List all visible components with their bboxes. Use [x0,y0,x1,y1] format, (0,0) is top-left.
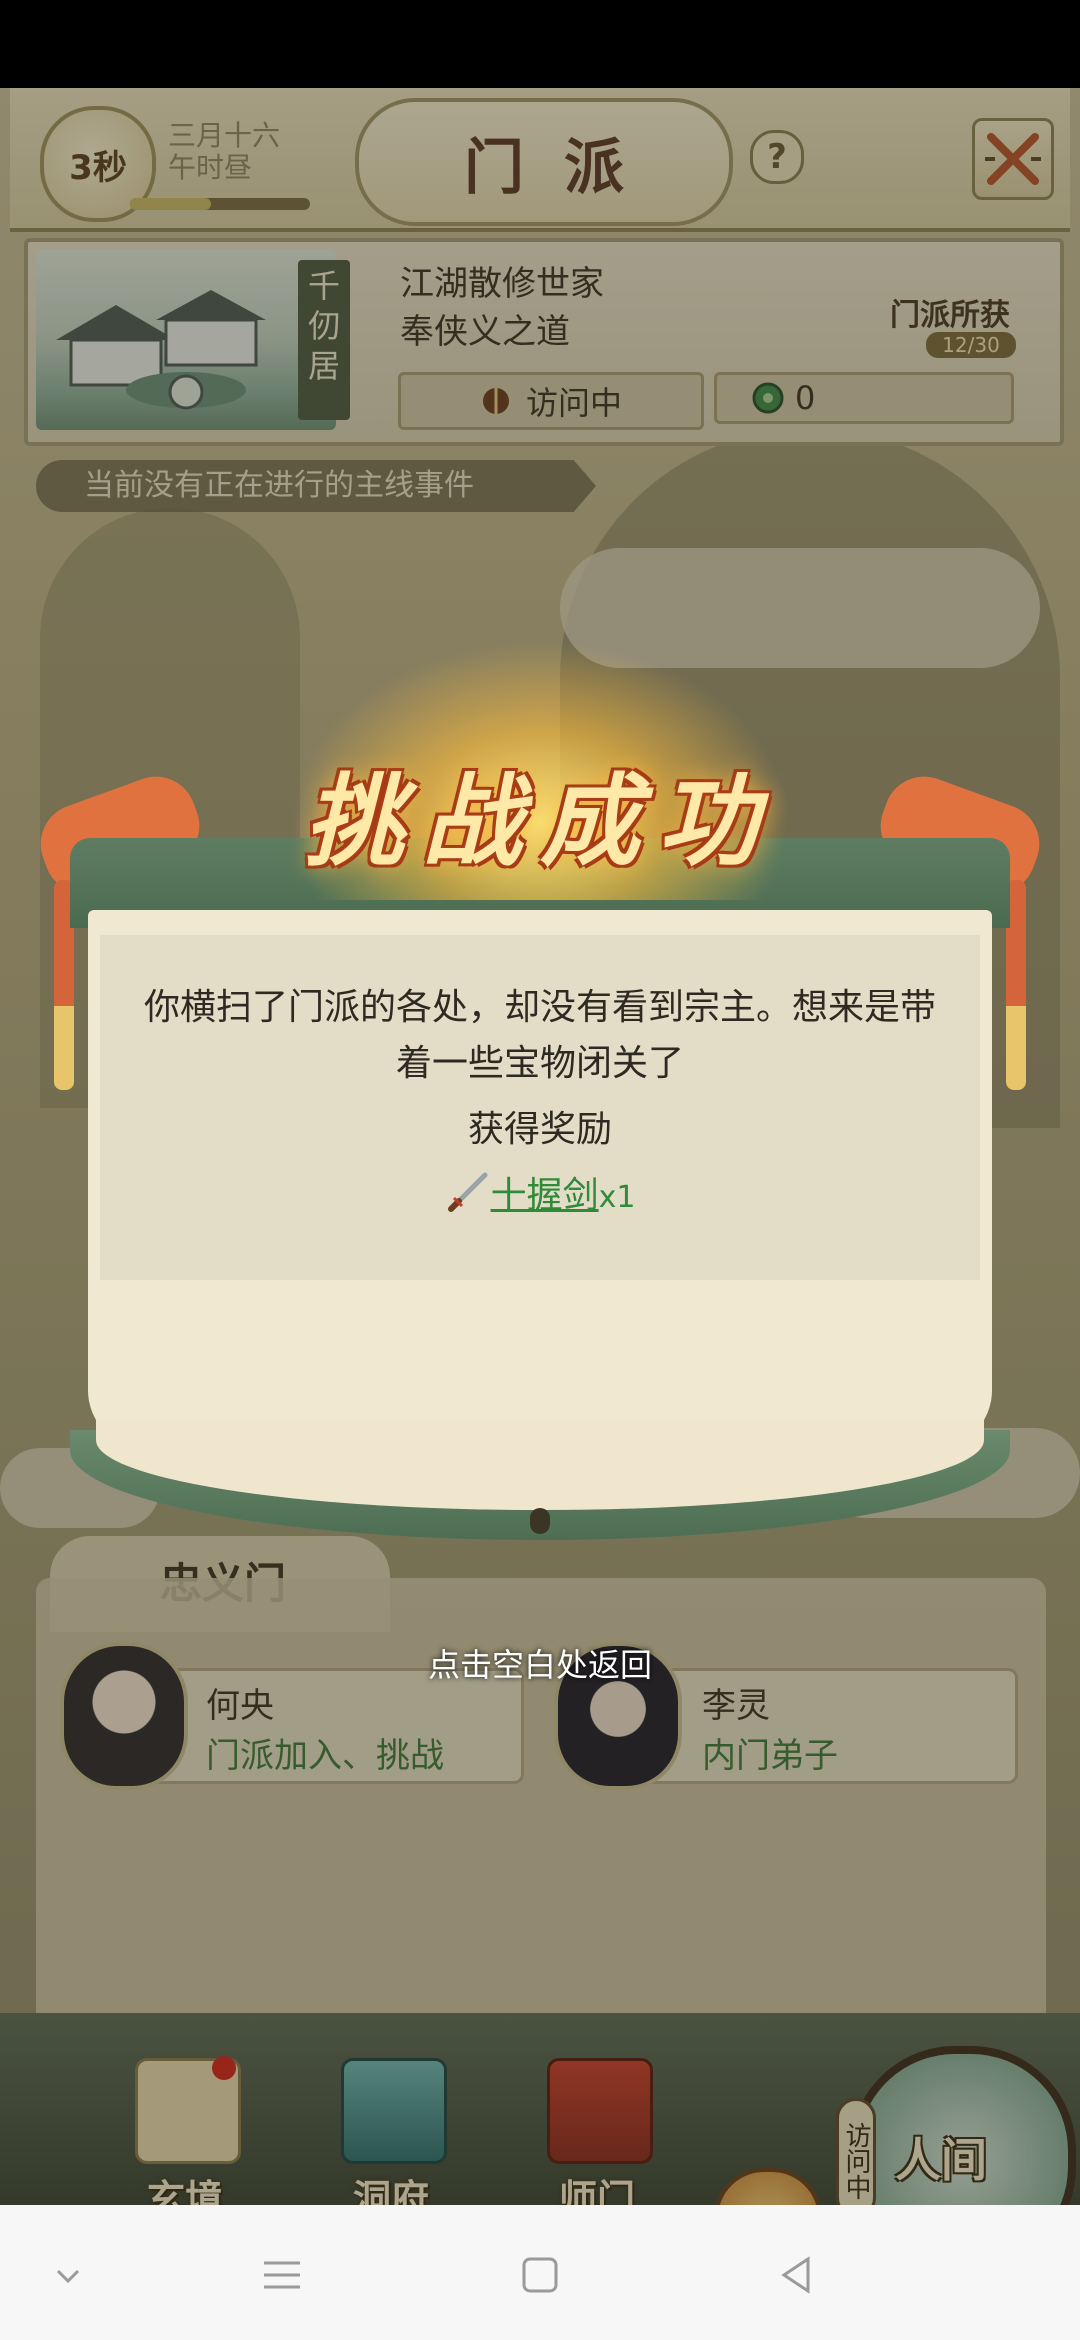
back-icon[interactable] [766,2245,826,2305]
tap-to-return-hint: 点击空白处返回 [427,1646,652,1684]
result-message: 你横扫了门派的各处，却没有看到宗主。想来是带着一些宝物闭关了 [143,987,936,1084]
home-icon[interactable] [510,2245,570,2305]
sword-icon [447,1172,488,1212]
collapse-icon[interactable] [38,2245,98,2305]
menu-icon[interactable] [252,2245,312,2305]
status-bar [0,0,1080,88]
reward-name[interactable]: 十握剑 [491,1175,599,1216]
system-nav-bar [0,2205,1080,2340]
reward-item[interactable]: 十握剑x1 [0,1166,1080,1218]
success-title: 挑战成功 [304,762,776,880]
reward-label: 获得奖励 [467,1109,612,1150]
scroll-pin [530,1508,550,1534]
reward-quantity: x1 [598,1180,636,1215]
